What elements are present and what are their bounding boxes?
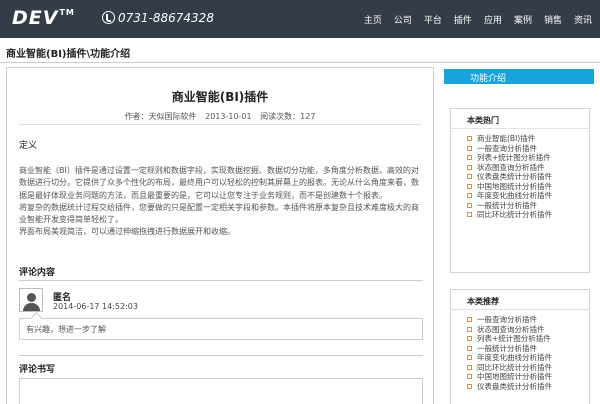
list-item[interactable]: 列表+统计图分析插件 (467, 153, 589, 163)
bullet-icon (467, 345, 472, 351)
comment-input[interactable] (19, 378, 423, 404)
section-heading: 定义 (19, 141, 38, 151)
bullet-icon (467, 383, 472, 389)
recommended-plugins-panel: 本类推荐 一般查询分析插件 状态图查询分析插件 列表+统计图分析插件 一般统计分… (450, 289, 590, 404)
bullet-icon (467, 317, 472, 322)
meta-divider (19, 124, 421, 125)
list-item[interactable]: 一般统计分析插件 (467, 201, 589, 211)
article-paragraph: 商业智能（BI）插件是通过设置一定规则和数据字段，实现数据挖掘、数据切分功能，多… (19, 166, 419, 200)
nav-item-news[interactable]: 资讯 (574, 13, 592, 26)
list-item[interactable]: 一般查询分析插件 (467, 144, 589, 154)
logo-trademark: TM (59, 8, 75, 17)
nav-item-cases[interactable]: 案例 (514, 13, 532, 26)
bullet-icon (467, 136, 472, 141)
hot-plugins-heading: 本类热门 (451, 109, 589, 129)
write-divider (19, 355, 423, 356)
write-comment-heading: 评论书写 (19, 365, 56, 375)
list-item[interactable]: 一般统计分析插件 (467, 344, 589, 354)
list-item[interactable]: 中国地图统计分析插件 (467, 182, 589, 192)
nav-item-platform[interactable]: 平台 (424, 13, 442, 26)
list-item[interactable]: 仪表盘类统计分析插件 (467, 172, 589, 182)
top-navigation-bar: DEVTM 0731-88674328 主页 公司 平台 插件 应用 案例 销售… (0, 0, 600, 38)
list-item[interactable]: 同比环比统计分析插件 (467, 210, 589, 220)
comments-heading: 评论内容 (19, 268, 56, 278)
nav-item-company[interactable]: 公司 (394, 13, 412, 26)
article-author: 作者：天似国际软件 (124, 112, 197, 121)
article-meta: 作者：天似国际软件 2013-10-01 阅读次数：127 (7, 111, 433, 122)
article-content: 商业智能（BI）插件是通过设置一定规则和数据字段，实现数据挖掘、数据切分功能，多… (19, 165, 423, 239)
hot-plugins-list: 商业智能(BI)插件 一般查询分析插件 列表+统计图分析插件 状态图查询分析插件… (451, 129, 589, 220)
breadcrumb: 商业智能(BI)插件\功能介绍 (6, 49, 131, 60)
article-paragraph: 将复杂的数据统计过程交给插件，您要做的只是配置一定相关字段和参数。本插件将原本复… (19, 202, 419, 225)
bullet-icon (467, 336, 472, 341)
sidebar-tab-features[interactable]: 功能介绍 (444, 69, 594, 84)
phone-number: 0731-88674328 (102, 11, 214, 25)
phone-icon (102, 11, 115, 24)
list-item[interactable]: 一般查询分析插件 (467, 315, 589, 325)
bullet-icon (467, 212, 472, 217)
phone-text: 0731-88674328 (118, 11, 214, 25)
nav-item-applications[interactable]: 应用 (484, 13, 502, 26)
avatar-body-shape (23, 303, 40, 311)
bullet-icon (467, 164, 472, 170)
bullet-icon (467, 183, 472, 189)
article-date: 2013-10-01 (205, 112, 252, 121)
comment-time: 2014-06-17 14:52:03 (53, 302, 138, 311)
logo-text: DEV (12, 7, 59, 29)
logo[interactable]: DEVTM (12, 7, 75, 29)
bullet-icon (467, 326, 472, 332)
hot-plugins-panel: 本类热门 商业智能(BI)插件 一般查询分析插件 列表+统计图分析插件 状态图查… (450, 108, 590, 273)
bullet-icon (467, 202, 472, 208)
comments-divider (19, 280, 423, 281)
list-item[interactable]: 同比环比统计分析插件 (467, 363, 589, 373)
bullet-icon (467, 174, 472, 179)
list-item[interactable]: 商业智能(BI)插件 (467, 134, 589, 144)
article-paragraph: 界面布局美观简洁，可以通过伸缩拖拽进行数据展开和收缩。 (19, 227, 235, 237)
bullet-icon (467, 145, 472, 151)
list-item[interactable]: 年度变化曲线分析插件 (467, 353, 589, 363)
nav-item-sales[interactable]: 销售 (544, 13, 562, 26)
article-views: 阅读次数：127 (260, 112, 316, 121)
recommended-plugins-list: 一般查询分析插件 状态图查询分析插件 列表+统计图分析插件 一般统计分析插件 年… (451, 310, 589, 391)
list-item[interactable]: 列表+统计图分析插件 (467, 334, 589, 344)
list-item[interactable]: 状态图查询分析插件 (467, 325, 589, 335)
comment-text: 有兴趣，想进一步了解 (19, 318, 423, 340)
nav-item-home[interactable]: 主页 (364, 13, 382, 26)
bullet-icon (467, 193, 472, 198)
list-item[interactable]: 中国地图统计分析插件 (467, 372, 589, 382)
bullet-icon (467, 364, 472, 370)
nav-item-plugins[interactable]: 插件 (454, 13, 472, 26)
recommended-plugins-heading: 本类推荐 (451, 290, 589, 310)
main-nav: 主页 公司 平台 插件 应用 案例 销售 资讯 (352, 13, 592, 26)
list-item[interactable]: 年度变化曲线分析插件 (467, 191, 589, 201)
list-item[interactable]: 状态图查询分析插件 (467, 163, 589, 173)
bullet-icon (467, 355, 472, 360)
avatar (19, 288, 43, 312)
header-divider (0, 62, 600, 63)
article-panel: 商业智能(BI)插件 作者：天似国际软件 2013-10-01 阅读次数：127… (6, 67, 434, 404)
avatar-head-shape (27, 293, 36, 302)
bullet-icon (467, 155, 472, 160)
bullet-icon (467, 374, 472, 379)
list-item[interactable]: 仪表盘类统计分析插件 (467, 382, 589, 392)
article-title: 商业智能(BI)插件 (171, 90, 269, 104)
